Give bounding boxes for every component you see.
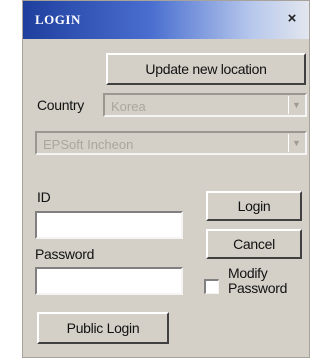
chevron-down-icon[interactable]: ▼ <box>288 96 304 114</box>
close-icon[interactable]: × <box>283 10 301 28</box>
country-select-value: Korea <box>111 99 146 114</box>
server-select-value: EPSoft Incheon <box>43 137 134 152</box>
country-label: Country <box>37 97 84 113</box>
title-bar[interactable]: LOGIN × <box>23 1 309 39</box>
public-login-button[interactable]: Public Login <box>37 312 169 344</box>
id-input[interactable] <box>35 211 183 239</box>
cancel-button[interactable]: Cancel <box>206 229 302 259</box>
login-button[interactable]: Login <box>206 191 302 221</box>
window-title: LOGIN <box>35 12 81 27</box>
password-label: Password <box>35 246 95 262</box>
modify-password-checkbox[interactable] <box>204 279 219 294</box>
modify-password-label: Modify Password <box>228 266 287 296</box>
password-input[interactable] <box>35 267 183 295</box>
modify-password-label-line1: Modify <box>228 265 268 281</box>
update-location-button[interactable]: Update new location <box>106 53 306 85</box>
chevron-down-icon[interactable]: ▼ <box>288 134 304 152</box>
id-label: ID <box>37 189 51 205</box>
modify-password-label-line2: Password <box>228 280 288 296</box>
country-select[interactable]: Korea ▼ <box>103 93 307 117</box>
server-select[interactable]: EPSoft Incheon ▼ <box>35 131 307 155</box>
login-dialog: LOGIN × Update new location Country Kore… <box>22 0 310 358</box>
